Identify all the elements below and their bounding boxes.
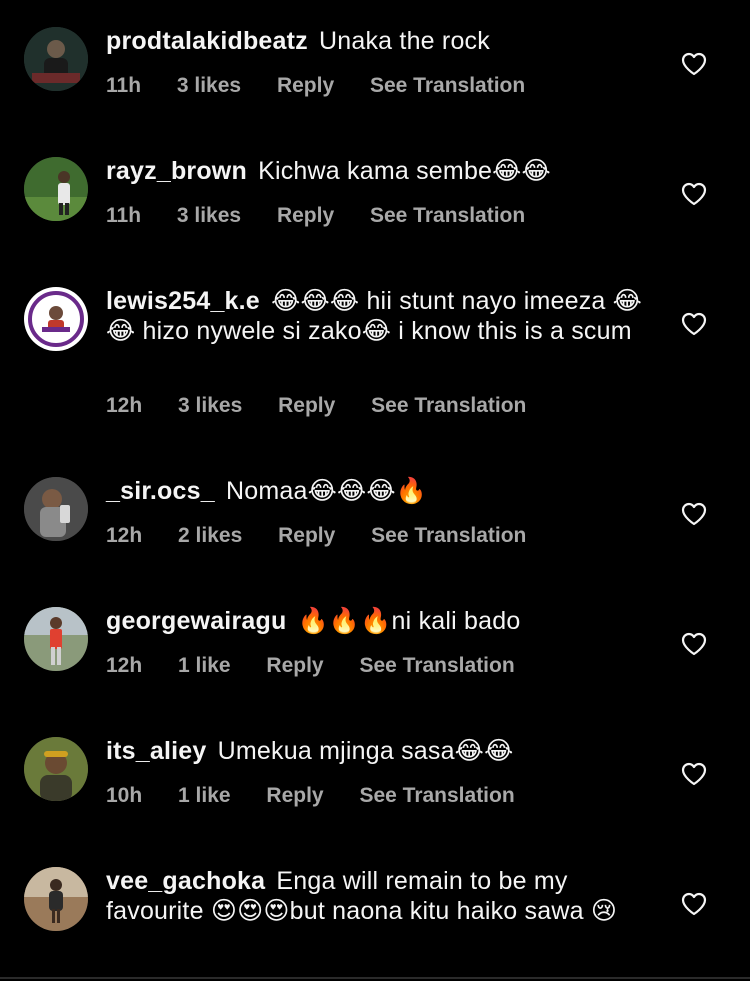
reply-button[interactable]: Reply: [278, 524, 335, 547]
comment-meta: 11h 3 likes Reply See Translation: [106, 204, 555, 228]
comment-text: _sir.ocs_ Nomaa😂😂😂🔥: [106, 476, 651, 506]
avatar-photo-icon: [24, 607, 88, 671]
comment-text: vee_gachoka Enga will remain to be my fa…: [106, 866, 651, 926]
avatar-photo-icon: [24, 867, 88, 931]
comment-time: 12h: [106, 394, 143, 417]
comment-time: 10h: [106, 784, 143, 807]
divider: [0, 977, 750, 979]
see-translation-button[interactable]: See Translation: [371, 524, 526, 547]
see-translation-button[interactable]: See Translation: [370, 204, 525, 227]
comment-text: prodtalakidbeatz Unaka the rock: [106, 26, 651, 56]
comment-meta: 10h 1 like Reply See Translation: [106, 784, 545, 808]
comment-text: georgewairagu 🔥🔥🔥ni kali bado: [106, 606, 651, 636]
avatar[interactable]: [24, 27, 88, 91]
reply-button[interactable]: Reply: [277, 74, 334, 97]
comment-username[interactable]: _sir.ocs_: [106, 477, 215, 505]
see-translation-button[interactable]: See Translation: [359, 784, 514, 807]
avatar[interactable]: [24, 607, 88, 671]
like-heart-icon[interactable]: [681, 502, 707, 526]
comment-meta: 11h 3 likes Reply See Translation: [106, 74, 555, 98]
comment-text: its_aliey Umekua mjinga sasa😂😂: [106, 736, 651, 766]
avatar-photo-icon: [24, 157, 88, 221]
comment-text: rayz_brown Kichwa kama sembe😂😂: [106, 156, 651, 186]
comment-likes[interactable]: 1 like: [178, 784, 231, 807]
comment-time: 11h: [106, 74, 142, 97]
avatar[interactable]: [24, 157, 88, 221]
avatar[interactable]: [24, 737, 88, 801]
like-heart-icon[interactable]: [681, 892, 707, 916]
see-translation-button[interactable]: See Translation: [370, 74, 525, 97]
reply-button[interactable]: Reply: [278, 394, 335, 417]
comment-text: lewis254_k.e 😂😂😂 hii stunt nayo imeeza 😂…: [106, 286, 651, 346]
comment-username[interactable]: prodtalakidbeatz: [106, 27, 308, 55]
comment-meta: 12h 2 likes Reply See Translation: [106, 524, 556, 548]
avatar[interactable]: [24, 287, 88, 351]
like-heart-icon[interactable]: [681, 312, 707, 336]
comment-body: Umekua mjinga sasa😂😂: [217, 737, 514, 765]
reply-button[interactable]: Reply: [266, 784, 323, 807]
comment-username[interactable]: its_aliey: [106, 737, 206, 765]
comment-likes[interactable]: 3 likes: [177, 204, 241, 227]
avatar-logo-icon: [25, 288, 87, 350]
comment-time: 11h: [106, 204, 142, 227]
reply-button[interactable]: Reply: [277, 204, 334, 227]
like-heart-icon[interactable]: [681, 182, 707, 206]
comment-likes[interactable]: 2 likes: [178, 524, 242, 547]
avatar[interactable]: [24, 477, 88, 541]
like-heart-icon[interactable]: [681, 762, 707, 786]
comment-body: Nomaa😂😂😂🔥: [226, 477, 428, 505]
comment-meta: 12h 1 like Reply See Translation: [106, 654, 545, 678]
like-heart-icon[interactable]: [681, 632, 707, 656]
comment-likes[interactable]: 3 likes: [177, 74, 241, 97]
comment-likes[interactable]: 3 likes: [178, 394, 242, 417]
like-heart-icon[interactable]: [681, 52, 707, 76]
reply-button[interactable]: Reply: [266, 654, 323, 677]
comment-time: 12h: [106, 524, 143, 547]
comment-username[interactable]: georgewairagu: [106, 607, 286, 635]
comment-username[interactable]: lewis254_k.e: [106, 287, 260, 315]
avatar-photo-icon: [24, 737, 88, 801]
avatar-photo-icon: [24, 27, 88, 91]
avatar-photo-icon: [24, 477, 88, 541]
comment-username[interactable]: rayz_brown: [106, 157, 247, 185]
see-translation-button[interactable]: See Translation: [371, 394, 526, 417]
comment-body: 🔥🔥🔥ni kali bado: [297, 607, 521, 635]
comment-time: 12h: [106, 654, 143, 677]
comment-username[interactable]: vee_gachoka: [106, 867, 265, 895]
comment-likes[interactable]: 1 like: [178, 654, 231, 677]
avatar[interactable]: [24, 867, 88, 931]
see-translation-button[interactable]: See Translation: [359, 654, 514, 677]
comment-body: Kichwa kama sembe😂😂: [258, 157, 551, 185]
comment-body: Unaka the rock: [319, 27, 490, 55]
comment-meta: 12h 3 likes Reply See Translation: [106, 394, 556, 418]
